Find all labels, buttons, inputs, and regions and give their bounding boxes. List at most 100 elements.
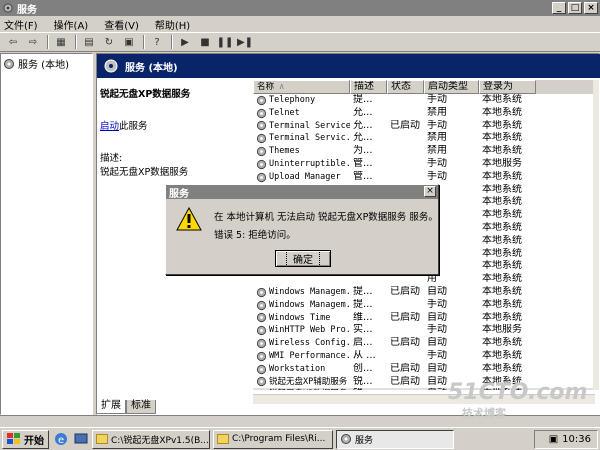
service-description-cell: 允... xyxy=(353,132,373,144)
export-icon[interactable]: ▣ xyxy=(120,34,138,50)
service-row[interactable]: Telephony 提... 手动 本地系统 xyxy=(253,94,595,107)
service-row[interactable]: Terminal Servic...允... 禁用 本地系统 xyxy=(253,132,595,145)
taskbar-task-folder-1[interactable]: C:\锐起无盘XPv1.5(B... xyxy=(92,429,210,449)
dialog-close-button[interactable]: × xyxy=(424,186,436,197)
service-startup-cell: 自动 xyxy=(427,337,447,349)
toolbar-separator xyxy=(143,35,145,49)
service-gear-icon xyxy=(256,159,267,169)
close-button[interactable]: × xyxy=(584,2,598,14)
service-name-cell: WinHTTP Web Pro... xyxy=(253,324,350,337)
service-name-cell: 锐起无盘XP辅助服务 xyxy=(253,376,350,389)
service-row[interactable]: WMI Performance...从 ... 手动 本地系统 xyxy=(253,350,595,363)
service-row[interactable]: WinHTTP Web Pro...实... 手动 本地服务 xyxy=(253,324,595,337)
menu-action[interactable]: 操作(A) xyxy=(54,17,89,32)
service-row[interactable]: Wireless Config...启... 已启动自动 本地系统 xyxy=(253,337,595,350)
refresh-icon[interactable]: ↻ xyxy=(100,34,118,50)
column-header-description[interactable]: 描述 xyxy=(350,80,387,94)
menu-file[interactable]: 文件(F) xyxy=(4,17,38,32)
service-description-cell: 允... xyxy=(353,119,373,131)
help-icon[interactable]: ? xyxy=(148,34,166,50)
window-titlebar[interactable]: 服务 _ □ × xyxy=(0,0,600,16)
column-header-status[interactable]: 状态 xyxy=(387,80,424,94)
service-logon-cell: 本地系统 xyxy=(482,119,522,131)
taskbar-task-folder-2[interactable]: C:\Program Files\Ri... xyxy=(213,429,333,449)
service-gear-icon xyxy=(256,351,267,361)
dialog-title: 服务 xyxy=(169,188,189,200)
service-row[interactable]: Themes 为... 禁用 本地系统 xyxy=(253,145,595,158)
start-service-suffix: 此服务 xyxy=(119,121,148,132)
sort-ascending-icon: ∧ xyxy=(279,82,285,92)
service-row[interactable]: Windows Time 维... 已启动 自动 本地系统 xyxy=(253,312,595,325)
service-description-cell: 允... xyxy=(353,106,373,118)
service-startup-cell: 禁用 xyxy=(427,106,447,118)
dialog-titlebar[interactable]: 服务 xyxy=(166,185,438,200)
system-tray: ▣ 10:36 xyxy=(534,430,598,449)
start-button[interactable]: 开始 xyxy=(2,429,49,449)
show-desktop-icon[interactable] xyxy=(73,431,89,447)
service-row[interactable]: 用 本地系统 xyxy=(253,273,595,286)
start-service-line: 启动此服务 xyxy=(100,118,249,132)
menu-bar: 文件(F) 操作(A) 查看(V) 帮助(H) xyxy=(0,16,600,32)
service-row[interactable]: Windows Managem...提... 已启动自动 本地系统 xyxy=(253,286,595,299)
service-row[interactable]: Windows Managem...提... 手动 本地系统 xyxy=(253,299,595,312)
service-row[interactable]: Terminal Services 允... 已启动 手动 本地系统 xyxy=(253,120,595,133)
toolbar-separator xyxy=(75,35,77,49)
service-row[interactable]: Uninterruptible...管... 手动 本地服务 xyxy=(253,158,595,171)
service-logon-cell: 本地系统 xyxy=(482,285,522,297)
tab-standard[interactable]: 标准 xyxy=(126,400,156,414)
service-startup-cell: 禁用 xyxy=(427,132,447,144)
service-logon-cell: 本地系统 xyxy=(482,221,522,233)
service-name-cell: WMI Performance... xyxy=(253,350,350,363)
tray-network-icon[interactable]: ▣ xyxy=(549,434,558,445)
toolbar: ⇦ ⇨ ▦ ▤ ↻ ▣ ? ▶ ■ ❚❚ ▶❚ xyxy=(0,32,600,52)
service-startup-cell: 手动 xyxy=(427,349,447,361)
service-status-cell xyxy=(387,145,424,158)
service-name-cell: Telephony xyxy=(253,94,350,107)
dialog-message: 在 本地计算机 无法启动 锐起无盘XP数据服务 服务。 xyxy=(214,212,438,223)
service-description-cell: 为... xyxy=(353,145,373,157)
service-logon-cell: 本地服务 xyxy=(482,324,522,336)
services-gear-icon xyxy=(4,58,14,69)
service-status-cell xyxy=(387,171,424,184)
internet-explorer-icon[interactable]: e xyxy=(53,431,69,447)
taskbar: 开始 e C:\锐起无盘XPv1.5(B... C:\Program Files… xyxy=(0,427,600,450)
stop-icon[interactable]: ■ xyxy=(196,34,214,50)
tree-item-services-local[interactable]: 服务 (本地) xyxy=(1,54,92,73)
service-status-cell xyxy=(387,107,424,120)
service-description-cell: 从 ... xyxy=(353,349,376,361)
watermark-line1: 51CTO.com xyxy=(448,380,588,405)
tab-extended[interactable]: 扩展 xyxy=(96,400,126,414)
pause-icon[interactable]: ❚❚ xyxy=(216,34,234,50)
service-description-cell: 锐... xyxy=(350,388,387,390)
forward-icon[interactable]: ⇨ xyxy=(24,34,42,50)
minimize-button[interactable]: _ xyxy=(552,2,566,14)
service-row[interactable]: Workstation 创... 已启动 自动 本地系统 xyxy=(253,363,595,376)
service-description-cell: 启... xyxy=(353,337,373,349)
restart-icon[interactable]: ▶❚ xyxy=(236,34,254,50)
properties-icon[interactable]: ▤ xyxy=(80,34,98,50)
service-row[interactable]: Upload Manager 管... 手动 本地系统 xyxy=(253,171,595,184)
maximize-button[interactable]: □ xyxy=(568,2,582,14)
menu-view[interactable]: 查看(V) xyxy=(104,17,139,32)
back-icon[interactable]: ⇦ xyxy=(4,34,22,50)
service-gear-icon xyxy=(256,389,267,390)
start-service-link[interactable]: 启动 xyxy=(100,121,119,132)
column-header-logon-as[interactable]: 登录为 xyxy=(479,80,536,94)
menu-help[interactable]: 帮助(H) xyxy=(155,17,190,32)
show-tree-icon[interactable]: ▦ xyxy=(52,34,70,50)
ok-button[interactable]: 确定 xyxy=(275,250,331,267)
service-logon-cell: 本地系统 xyxy=(482,273,522,285)
service-logon-cell: 本地系统 xyxy=(482,298,522,310)
clock[interactable]: 10:36 xyxy=(562,434,591,445)
vertical-scrollbar[interactable] xyxy=(593,80,599,390)
service-status-cell: 已启动 xyxy=(390,285,420,297)
start-label: 开始 xyxy=(24,435,44,447)
service-description-cell: 提... xyxy=(353,94,373,105)
service-name-cell: Terminal Servic... xyxy=(253,132,350,145)
play-icon[interactable]: ▶ xyxy=(176,34,194,50)
column-header-startup-type[interactable]: 启动类型 xyxy=(424,80,479,94)
service-row[interactable]: Telnet 允... 禁用 本地系统 xyxy=(253,107,595,120)
taskbar-task-services[interactable]: 服务 xyxy=(336,429,454,449)
column-header-name[interactable]: 名称 ∧ xyxy=(253,80,350,94)
service-logon-cell: 本地系统 xyxy=(482,132,522,144)
